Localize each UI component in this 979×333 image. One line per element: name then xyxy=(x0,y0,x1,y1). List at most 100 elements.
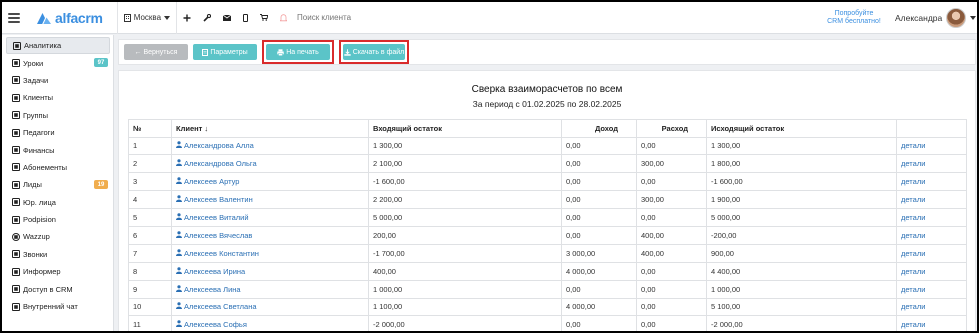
print-button[interactable]: На печать xyxy=(266,44,330,60)
city-label: Москва xyxy=(133,13,162,22)
building-icon xyxy=(11,198,20,207)
sidebar-item[interactable]: Задачи xyxy=(2,72,113,89)
cell-details[interactable]: детали xyxy=(896,154,967,174)
user-icon xyxy=(176,177,182,186)
user-menu[interactable]: Александра xyxy=(895,2,977,34)
details-link[interactable]: детали xyxy=(901,320,925,329)
settings-button[interactable] xyxy=(197,2,217,34)
cell-expense: 400,00 xyxy=(636,225,707,245)
cart-button[interactable] xyxy=(254,2,274,34)
sidebar-item-label: Абонементы xyxy=(23,162,68,172)
client-link[interactable]: Алексеев Вячеслав xyxy=(184,231,252,240)
details-link[interactable]: детали xyxy=(901,285,925,294)
client-link[interactable]: Алексеев Виталий xyxy=(184,213,249,222)
cell-num: 4 xyxy=(128,190,172,210)
cell-client[interactable]: Алексеева Лина xyxy=(171,279,369,299)
details-link[interactable]: детали xyxy=(901,267,925,276)
cell-details[interactable]: детали xyxy=(896,261,967,281)
parameters-button[interactable]: Параметры xyxy=(193,44,257,60)
sidebar-item[interactable]: Группы xyxy=(2,107,113,124)
sidebar-item[interactable]: Доступ в CRM xyxy=(2,280,113,297)
cell-income: 0,00 xyxy=(561,190,637,210)
user-icon xyxy=(176,266,182,276)
menu-icon[interactable] xyxy=(8,12,20,23)
sidebar-item[interactable]: Wazzup xyxy=(2,228,113,245)
details-link[interactable]: детали xyxy=(901,302,925,311)
cell-client[interactable]: Алексеева Ирина xyxy=(171,261,369,281)
details-link[interactable]: детали xyxy=(901,231,925,240)
cell-details[interactable]: детали xyxy=(896,279,967,299)
client-link[interactable]: Алексеев Валентин xyxy=(184,195,253,204)
cell-closing: -2 000,00 xyxy=(706,315,897,331)
sidebar-item[interactable]: Звонки xyxy=(2,246,113,263)
client-link[interactable]: Алексеев Артур xyxy=(184,177,239,186)
details-link[interactable]: детали xyxy=(901,195,925,204)
sidebar-item[interactable]: Внутренний чат xyxy=(2,298,113,315)
client-link[interactable]: Алексеева Лина xyxy=(184,285,241,294)
details-link[interactable]: детали xyxy=(901,159,925,168)
download-icon xyxy=(344,48,351,56)
download-button[interactable]: Скачать в файл xyxy=(343,44,405,60)
details-link[interactable]: детали xyxy=(901,213,925,222)
cell-details[interactable]: детали xyxy=(896,315,967,331)
cell-details[interactable]: детали xyxy=(896,172,967,192)
sidebar-item[interactable]: Финансы xyxy=(2,141,113,158)
cell-num: 8 xyxy=(128,261,172,281)
cell-expense: 0,00 xyxy=(636,315,707,331)
cell-closing: 1 300,00 xyxy=(706,136,897,156)
cell-expense: 0,00 xyxy=(636,279,707,299)
cell-client[interactable]: Алексеев Константин xyxy=(171,243,369,263)
sidebar-item-label: Информер xyxy=(23,267,61,277)
table-row: 6 Алексеев Вячеслав 200,00 0,00 400,00 -200,0… xyxy=(128,225,967,245)
client-link[interactable]: Александрова Алла xyxy=(184,141,254,150)
sidebar-item[interactable]: Абонементы xyxy=(2,159,113,176)
sidebar-item[interactable]: Уроки 97 xyxy=(2,54,113,71)
sidebar-item[interactable]: Podpision xyxy=(2,211,113,228)
sidebar-item[interactable]: Педагоги xyxy=(2,124,113,141)
cell-client[interactable]: Алексеев Артур xyxy=(171,172,369,192)
promo-link[interactable]: Попробуйте CRM бесплатно! xyxy=(826,10,882,26)
column-header-details xyxy=(896,119,967,138)
column-header-client[interactable]: Клиент ↓ xyxy=(171,119,369,138)
client-link[interactable]: Алексеев Константин xyxy=(184,249,259,258)
mobile-button[interactable] xyxy=(237,2,254,34)
details-link[interactable]: детали xyxy=(901,249,925,258)
cell-client[interactable]: Алексеева Софья xyxy=(171,315,369,331)
cell-details[interactable]: детали xyxy=(896,297,967,317)
client-link[interactable]: Алексеева Софья xyxy=(184,320,247,329)
client-link[interactable]: Александрова Ольга xyxy=(184,159,257,168)
cell-client[interactable]: Алексеев Валентин xyxy=(171,190,369,210)
search-input[interactable] xyxy=(297,13,438,22)
add-button[interactable] xyxy=(177,2,197,34)
cell-client[interactable]: Александрова Алла xyxy=(171,136,369,156)
cell-income: 0,00 xyxy=(561,154,637,174)
cell-client[interactable]: Алексеев Вячеслав xyxy=(171,225,369,245)
sidebar-item-label: Группы xyxy=(23,110,48,120)
details-link[interactable]: детали xyxy=(901,177,925,186)
mail-button[interactable] xyxy=(217,2,237,34)
users-icon xyxy=(11,111,20,120)
notifications-button[interactable] xyxy=(274,2,293,34)
sidebar-item[interactable]: Клиенты xyxy=(2,89,113,106)
tasks-icon xyxy=(11,76,20,85)
sidebar-item[interactable]: Информер xyxy=(2,263,113,280)
cell-client[interactable]: Александрова Ольга xyxy=(171,154,369,174)
logo[interactable]: alfacrm xyxy=(36,10,103,26)
client-link[interactable]: Алексеева Светлана xyxy=(184,302,257,311)
details-link[interactable]: детали xyxy=(901,141,925,150)
back-button[interactable]: ← Вернуться xyxy=(124,44,188,60)
cell-details[interactable]: детали xyxy=(896,243,967,263)
cell-details[interactable]: детали xyxy=(896,225,967,245)
cell-client[interactable]: Алексеев Виталий xyxy=(171,208,369,227)
sidebar-item[interactable]: Лиды 19 xyxy=(2,176,113,193)
cell-details[interactable]: детали xyxy=(896,190,967,210)
sidebar-item[interactable]: Аналитика xyxy=(6,37,110,55)
cell-details[interactable]: детали xyxy=(896,208,967,227)
cell-client[interactable]: Алексеева Светлана xyxy=(171,297,369,317)
cell-income: 4 000,00 xyxy=(561,297,637,317)
cell-details[interactable]: детали xyxy=(896,136,967,156)
client-link[interactable]: Алексеева Ирина xyxy=(184,267,245,276)
city-selector[interactable]: Москва xyxy=(118,2,176,34)
cell-income: 0,00 xyxy=(561,136,637,156)
sidebar-item[interactable]: Юр. лица xyxy=(2,194,113,211)
